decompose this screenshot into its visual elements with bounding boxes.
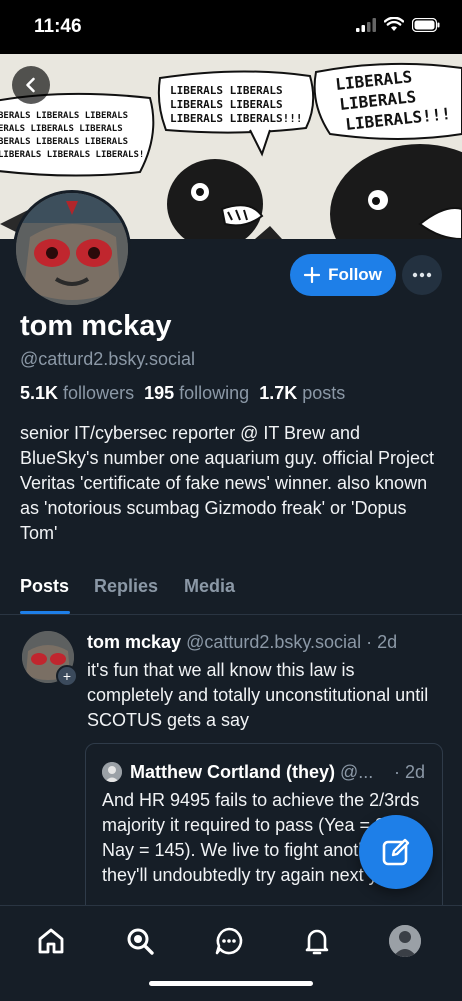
quoted-author-name: Matthew Cortland (they) [130, 762, 335, 782]
banner-middle-line-2: LIBERALS LIBERALS [170, 98, 283, 111]
nav-profile-avatar [389, 925, 421, 957]
banner-left-line-3: BERALS LIBERALS LIBERALS [0, 137, 128, 147]
tab-replies[interactable]: Replies [94, 576, 158, 597]
quoted-author-avatar [102, 762, 122, 782]
nav-home[interactable] [33, 923, 69, 959]
post-timestamp: · 2d [366, 632, 398, 652]
home-indicator [149, 981, 313, 986]
post-text: it's fun that we all know this law is co… [87, 660, 429, 730]
tab-media[interactable]: Media [184, 576, 235, 597]
posts-label: posts [302, 383, 346, 403]
followers-label: followers [63, 383, 135, 403]
quoted-author-handle: @... [340, 762, 374, 782]
nav-profile-avatar-image [389, 925, 421, 957]
battery-icon [412, 17, 440, 32]
banner-left-line-2: ERALS LIBERALS LIBERALS [0, 124, 123, 134]
quoted-author-avatar-image [102, 762, 122, 782]
follow-author-badge[interactable]: + [56, 665, 78, 687]
post-header: tom mckay @catturd2.bsky.social · 2d [87, 632, 397, 653]
banner-middle-line-1: LIBERALS LIBERALS [170, 84, 283, 97]
profile-avatar-image [16, 193, 128, 305]
nav-profile[interactable] [387, 923, 423, 959]
following-count: 195 [144, 383, 175, 403]
active-tab-indicator [20, 611, 70, 614]
back-arrow-icon [26, 77, 35, 93]
nav-chat[interactable] [211, 923, 247, 959]
profile-avatar[interactable] [13, 190, 131, 308]
status-time: 11:46 [34, 16, 82, 37]
posts-count: 1.7K [259, 383, 298, 403]
followers-count: 5.1K [20, 383, 59, 403]
post-author-name[interactable]: tom mckay [87, 632, 181, 652]
wifi-icon [384, 17, 404, 31]
profile-name: tom mckay [20, 310, 172, 342]
post-author-handle[interactable]: @catturd2.bsky.social [186, 632, 361, 652]
plus-icon [304, 267, 321, 283]
profile-bio: senior IT/cybersec reporter @ IT Brew an… [20, 423, 434, 543]
back-button[interactable] [12, 66, 50, 104]
bottom-navigation [0, 905, 462, 1001]
search-icon [127, 928, 154, 955]
following-label: following [179, 383, 250, 403]
banner-left-line-4: LIBERALS LIBERALS LIBERALS! [0, 150, 144, 160]
profile-tabs: Posts Replies Media [0, 560, 462, 615]
quoted-header: Matthew Cortland (they) @... [130, 762, 373, 783]
profile-stats: 5.1K followers 195 following 1.7K posts [20, 383, 345, 404]
quoted-timestamp: · 2d [394, 762, 426, 782]
follow-button[interactable]: Follow [290, 254, 396, 296]
status-bar: 11:46 [0, 0, 462, 54]
chat-icon [215, 927, 243, 955]
tab-posts[interactable]: Posts [20, 576, 69, 597]
compose-button[interactable] [359, 815, 433, 889]
posts-stat: 1.7K posts [259, 383, 345, 403]
following-link[interactable]: 195 following [144, 383, 249, 403]
banner-middle-line-3: LIBERALS LIBERALS!!! [170, 112, 302, 125]
home-icon [38, 928, 64, 954]
signal-icon [356, 17, 376, 32]
follow-button-label: Follow [328, 265, 382, 284]
ellipsis-icon [412, 272, 432, 278]
compose-icon [382, 838, 410, 866]
nav-notifications[interactable] [299, 923, 335, 959]
banner-left-line-1: BERALS LIBERALS LIBERALS [0, 111, 128, 121]
followers-link[interactable]: 5.1K followers [20, 383, 134, 403]
bell-icon [305, 929, 329, 955]
more-options-button[interactable] [402, 255, 442, 295]
profile-handle: @catturd2.bsky.social [20, 349, 196, 369]
status-icons [356, 17, 440, 32]
nav-search[interactable] [122, 923, 158, 959]
